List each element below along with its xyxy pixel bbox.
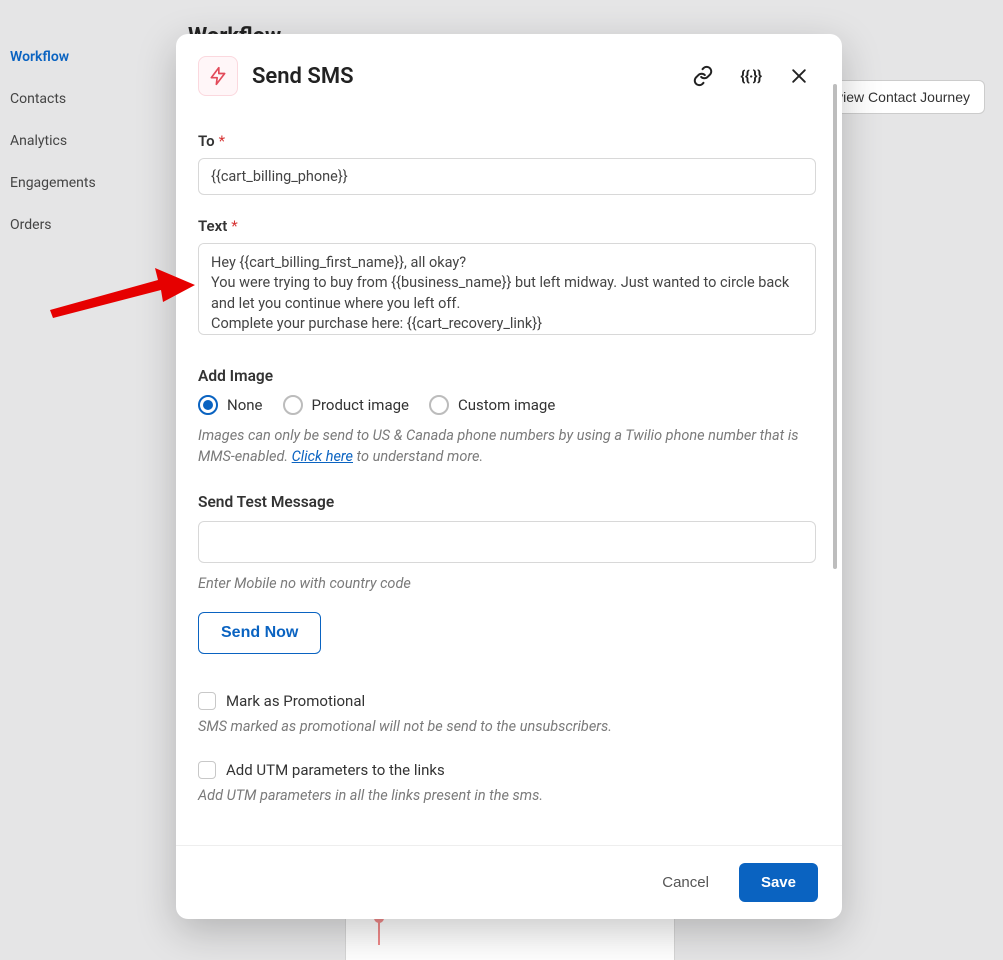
image-radio-group: None Product image Custom image bbox=[198, 395, 816, 415]
text-label: Text* bbox=[198, 217, 816, 235]
merge-tags-icon[interactable]: {{‧}} bbox=[740, 65, 762, 87]
radio-product-label: Product image bbox=[312, 396, 410, 414]
utm-checkbox[interactable] bbox=[198, 761, 216, 779]
modal-footer: Cancel Save bbox=[176, 845, 842, 919]
add-image-label: Add Image bbox=[198, 367, 816, 385]
workflow-node-fragment bbox=[345, 918, 675, 960]
mark-promotional-checkbox[interactable] bbox=[198, 692, 216, 710]
to-label: To* bbox=[198, 132, 816, 150]
workflow-connector-line bbox=[378, 915, 380, 945]
link-icon[interactable] bbox=[692, 65, 714, 87]
mark-promotional-row: Mark as Promotional bbox=[198, 692, 816, 710]
mark-promotional-label: Mark as Promotional bbox=[226, 692, 365, 710]
left-nav: Workflow Contacts Analytics Engagements … bbox=[0, 0, 160, 246]
sidebar-item-analytics[interactable]: Analytics bbox=[10, 120, 160, 162]
lightning-icon bbox=[198, 56, 238, 96]
utm-row: Add UTM parameters to the links bbox=[198, 761, 816, 779]
radio-product-image[interactable]: Product image bbox=[283, 395, 410, 415]
modal-body: To* Text* Add Image None Product image C… bbox=[176, 108, 842, 831]
save-button[interactable]: Save bbox=[739, 863, 818, 902]
modal-header: Send SMS {{‧}} bbox=[176, 34, 842, 108]
utm-hint: Add UTM parameters in all the links pres… bbox=[198, 787, 816, 804]
cancel-button[interactable]: Cancel bbox=[650, 864, 721, 901]
close-icon[interactable] bbox=[788, 65, 810, 87]
send-test-input[interactable] bbox=[198, 521, 816, 563]
radio-custom-label: Custom image bbox=[458, 396, 555, 414]
send-now-button[interactable]: Send Now bbox=[198, 612, 321, 654]
radio-none-label: None bbox=[227, 396, 263, 414]
sidebar-item-engagements[interactable]: Engagements bbox=[10, 162, 160, 204]
text-textarea[interactable] bbox=[198, 243, 816, 335]
image-hint: Images can only be send to US & Canada p… bbox=[198, 425, 816, 467]
modal-title: Send SMS bbox=[252, 64, 692, 89]
to-input[interactable] bbox=[198, 158, 816, 195]
send-test-label: Send Test Message bbox=[198, 493, 816, 511]
image-hint-link[interactable]: Click here bbox=[292, 448, 353, 465]
sidebar-item-workflow[interactable]: Workflow bbox=[10, 36, 160, 78]
utm-label: Add UTM parameters to the links bbox=[226, 761, 445, 779]
sidebar-item-orders[interactable]: Orders bbox=[10, 204, 160, 246]
mark-promotional-hint: SMS marked as promotional will not be se… bbox=[198, 718, 816, 735]
send-test-hint: Enter Mobile no with country code bbox=[198, 573, 816, 594]
send-sms-modal: Send SMS {{‧}} To* Text* bbox=[176, 34, 842, 919]
sidebar-item-contacts[interactable]: Contacts bbox=[10, 78, 160, 120]
modal-scrollbar[interactable] bbox=[833, 84, 837, 569]
radio-none[interactable]: None bbox=[198, 395, 263, 415]
radio-custom-image[interactable]: Custom image bbox=[429, 395, 555, 415]
